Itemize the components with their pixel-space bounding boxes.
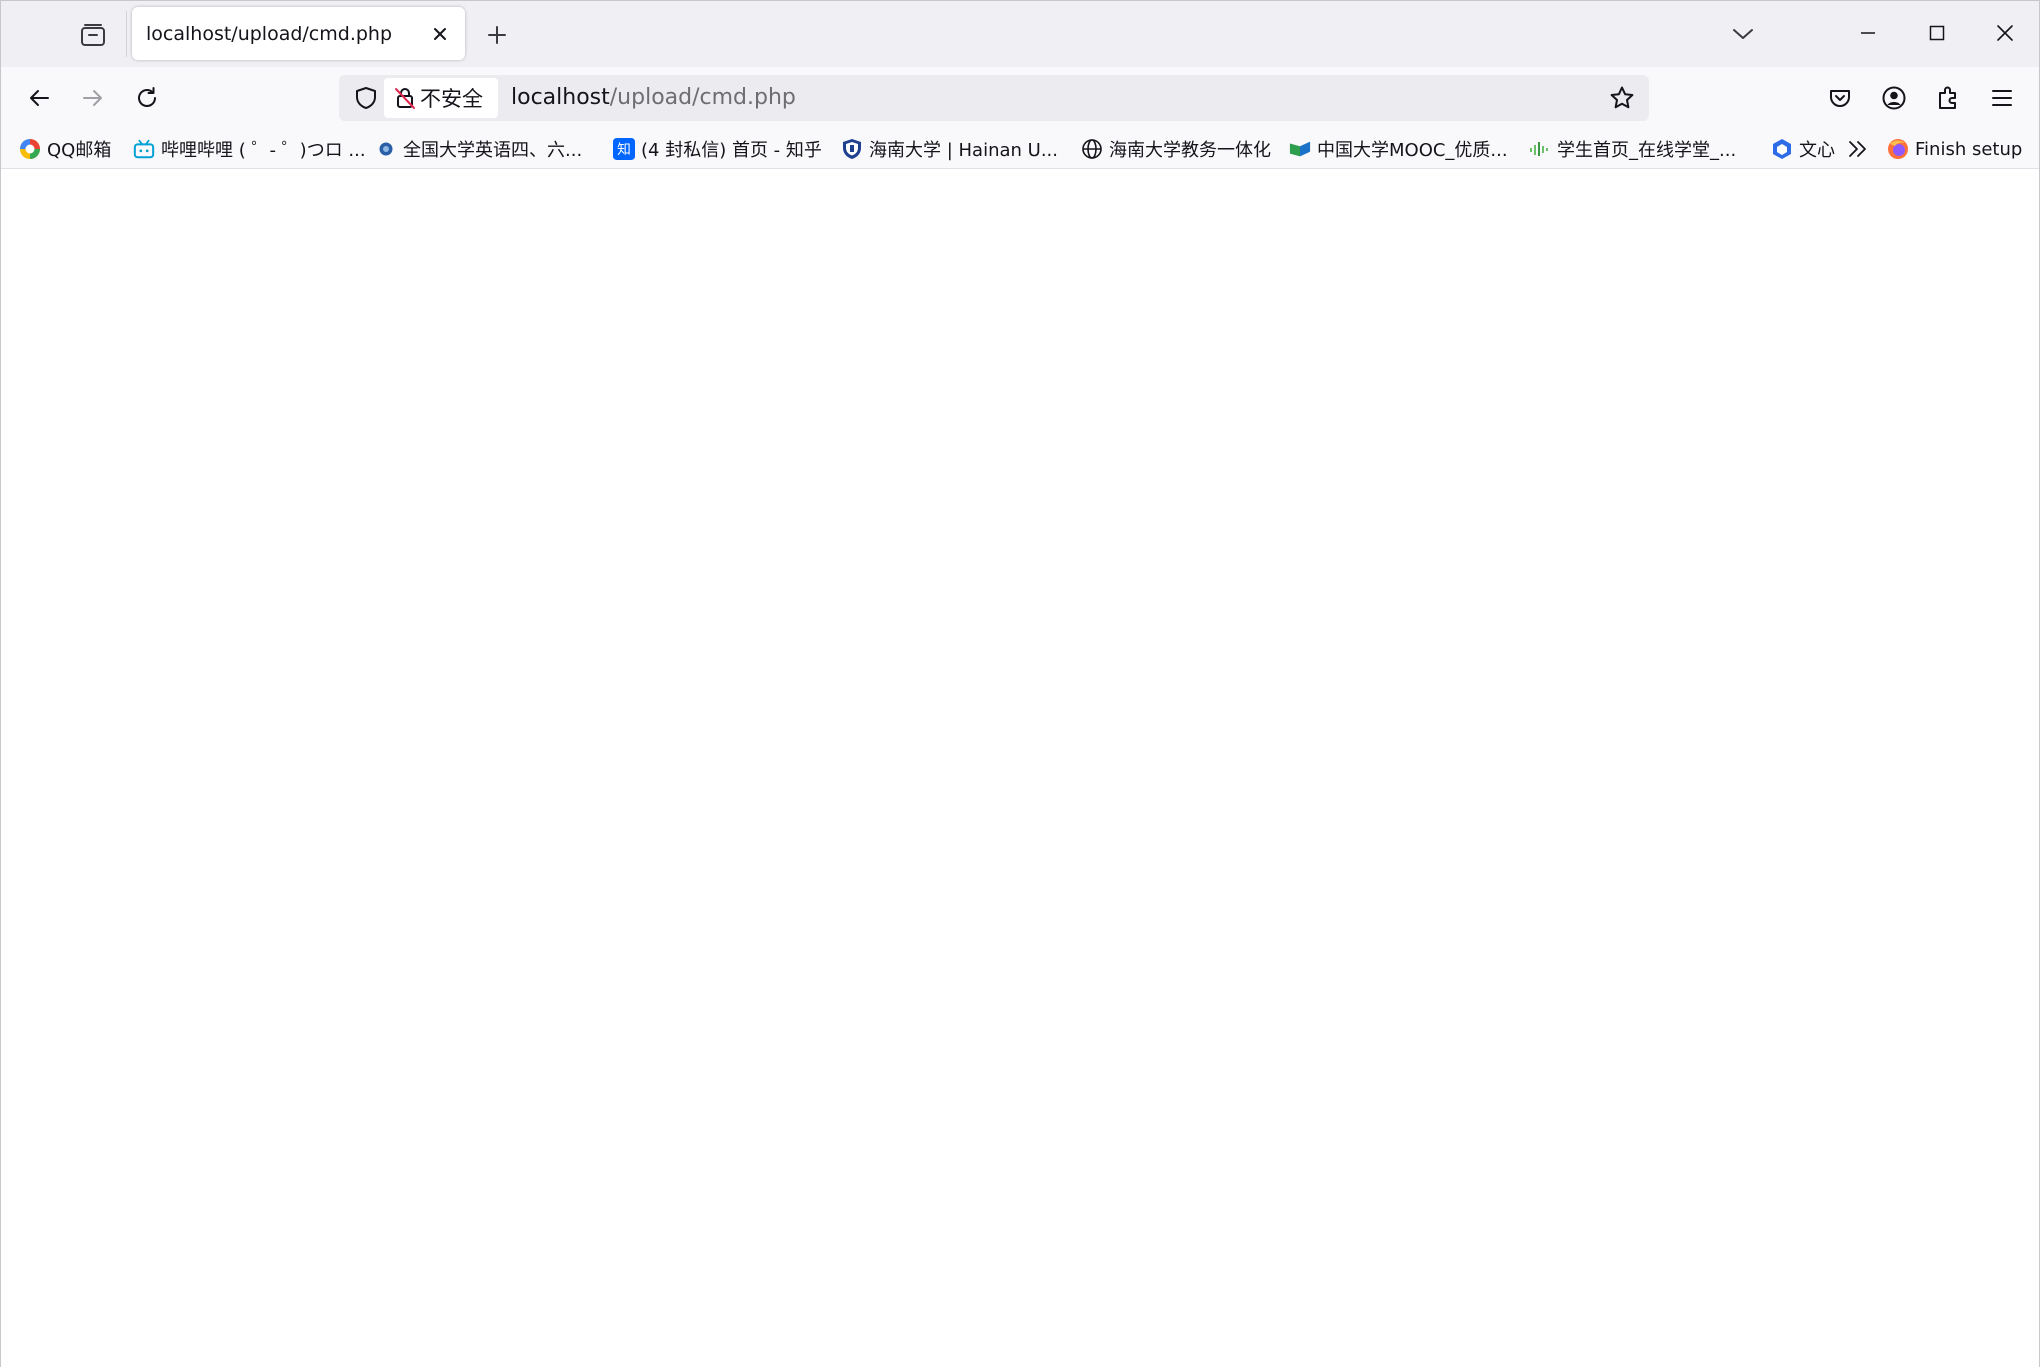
bookmark-label: QQ邮箱 — [47, 140, 112, 161]
insecure-lock-icon — [394, 86, 416, 110]
bilibili-icon — [133, 138, 155, 160]
zhihu-icon: 知 — [613, 138, 635, 160]
tab-title: localhost/upload/cmd.php — [146, 22, 393, 45]
account-icon — [1882, 86, 1906, 110]
firefox-view-button[interactable] — [73, 18, 113, 52]
bookmark-label: 文心 — [1799, 140, 1835, 161]
tab-strip-divider — [126, 11, 127, 57]
reload-button[interactable] — [126, 77, 168, 119]
qq-mail-icon — [19, 138, 41, 160]
hainan-university-icon — [841, 138, 863, 160]
firefox-icon — [1887, 138, 1909, 160]
mooc-icon — [1289, 138, 1311, 160]
maximize-icon — [1929, 25, 1945, 41]
globe-icon — [1081, 138, 1103, 160]
xuetang-icon — [1529, 138, 1551, 160]
chevron-down-icon — [1733, 29, 1753, 39]
url-host: localhost — [511, 85, 610, 110]
new-tab-button[interactable] — [479, 18, 515, 52]
tab-active[interactable]: localhost/upload/cmd.php — [132, 7, 465, 60]
close-icon — [1997, 25, 2013, 41]
cet-icon — [375, 138, 397, 160]
bookmark-label: 全国大学英语四、六... — [403, 140, 583, 161]
firefox-view-icon — [81, 24, 105, 46]
bookmark-item[interactable]: 哔哩哔哩 ( ゜- ゜)つロ ... — [133, 133, 366, 165]
list-all-tabs-button[interactable] — [1723, 15, 1763, 53]
page-content — [1, 169, 2039, 1368]
double-chevron-right-icon — [1849, 141, 1866, 157]
pocket-icon — [1830, 90, 1850, 107]
maximize-button[interactable] — [1909, 9, 1965, 57]
shield-icon — [356, 87, 376, 109]
url-path: /upload/cmd.php — [609, 85, 796, 110]
bookmark-item[interactable]: QQ邮箱 — [19, 133, 111, 165]
bookmark-label: 海南大学 | Hainan U... — [869, 140, 1058, 161]
bookmark-item[interactable]: 文心 — [1771, 133, 1835, 165]
bookmark-label: (4 封私信) 首页 - 知乎 — [641, 140, 822, 161]
account-button[interactable] — [1873, 77, 1915, 119]
bookmark-item[interactable]: 海南大学教务一体化 — [1081, 133, 1271, 165]
back-button[interactable] — [18, 77, 60, 119]
bookmark-item[interactable]: 学生首页_在线学堂_... — [1529, 133, 1736, 165]
puzzle-icon — [1939, 86, 1956, 109]
tab-strip: localhost/upload/cmd.php — [1, 1, 2039, 67]
minimize-icon — [1861, 32, 1875, 34]
forward-button[interactable] — [72, 77, 114, 119]
bookmark-item[interactable]: 全国大学英语四、六... — [375, 133, 582, 165]
close-icon — [434, 27, 446, 40]
finish-setup-item[interactable]: Finish setup — [1887, 133, 2022, 165]
site-identity-button[interactable]: 不安全 — [384, 78, 498, 118]
bookmark-label: 学生首页_在线学堂_... — [1557, 140, 1737, 161]
bookmark-label: 海南大学教务一体化 — [1109, 140, 1271, 161]
reload-icon — [138, 87, 156, 107]
hamburger-menu-icon — [1992, 90, 2012, 106]
app-menu-button[interactable] — [1981, 77, 2023, 119]
arrow-right-icon — [83, 90, 102, 106]
extensions-button[interactable] — [1927, 77, 1969, 119]
bookmark-item[interactable]: 中国大学MOOC_优质... — [1289, 133, 1508, 165]
navigation-toolbar: 不安全 localhost/upload/cmd.php — [1, 67, 2039, 129]
bookmark-star-button[interactable] — [1605, 81, 1639, 115]
bookmarks-toolbar: QQ邮箱 哔哩哔哩 ( ゜- ゜)つロ ... 全国大学英语四、六... 知 (… — [1, 129, 2039, 169]
pocket-button[interactable] — [1819, 77, 1861, 119]
arrow-left-icon — [30, 90, 49, 106]
bookmarks-overflow-button[interactable] — [1847, 133, 1869, 165]
url-input[interactable]: localhost/upload/cmd.php — [511, 75, 796, 121]
plus-icon — [488, 26, 506, 44]
bookmark-label: 哔哩哔哩 ( ゜- ゜)つロ ... — [161, 140, 366, 161]
url-bar[interactable]: 不安全 localhost/upload/cmd.php — [339, 75, 1649, 121]
bookmark-item[interactable]: 海南大学 | Hainan U... — [841, 133, 1058, 165]
minimize-button[interactable] — [1840, 9, 1896, 57]
finish-setup-label: Finish setup — [1915, 138, 2023, 160]
browser-window: localhost/upload/cmd.php 不安全 localhost/u… — [0, 0, 2040, 1368]
insecure-label: 不安全 — [420, 87, 483, 111]
star-icon — [1610, 86, 1634, 109]
bookmark-label: 中国大学MOOC_优质... — [1317, 140, 1508, 161]
bookmark-item[interactable]: 知 (4 封私信) 首页 - 知乎 — [613, 133, 822, 165]
tracking-protection-button[interactable] — [349, 81, 383, 115]
window-close-button[interactable] — [1977, 9, 2033, 57]
wenxin-icon — [1771, 138, 1793, 160]
tab-close-button[interactable] — [423, 17, 457, 51]
svg-text:知: 知 — [617, 141, 631, 158]
